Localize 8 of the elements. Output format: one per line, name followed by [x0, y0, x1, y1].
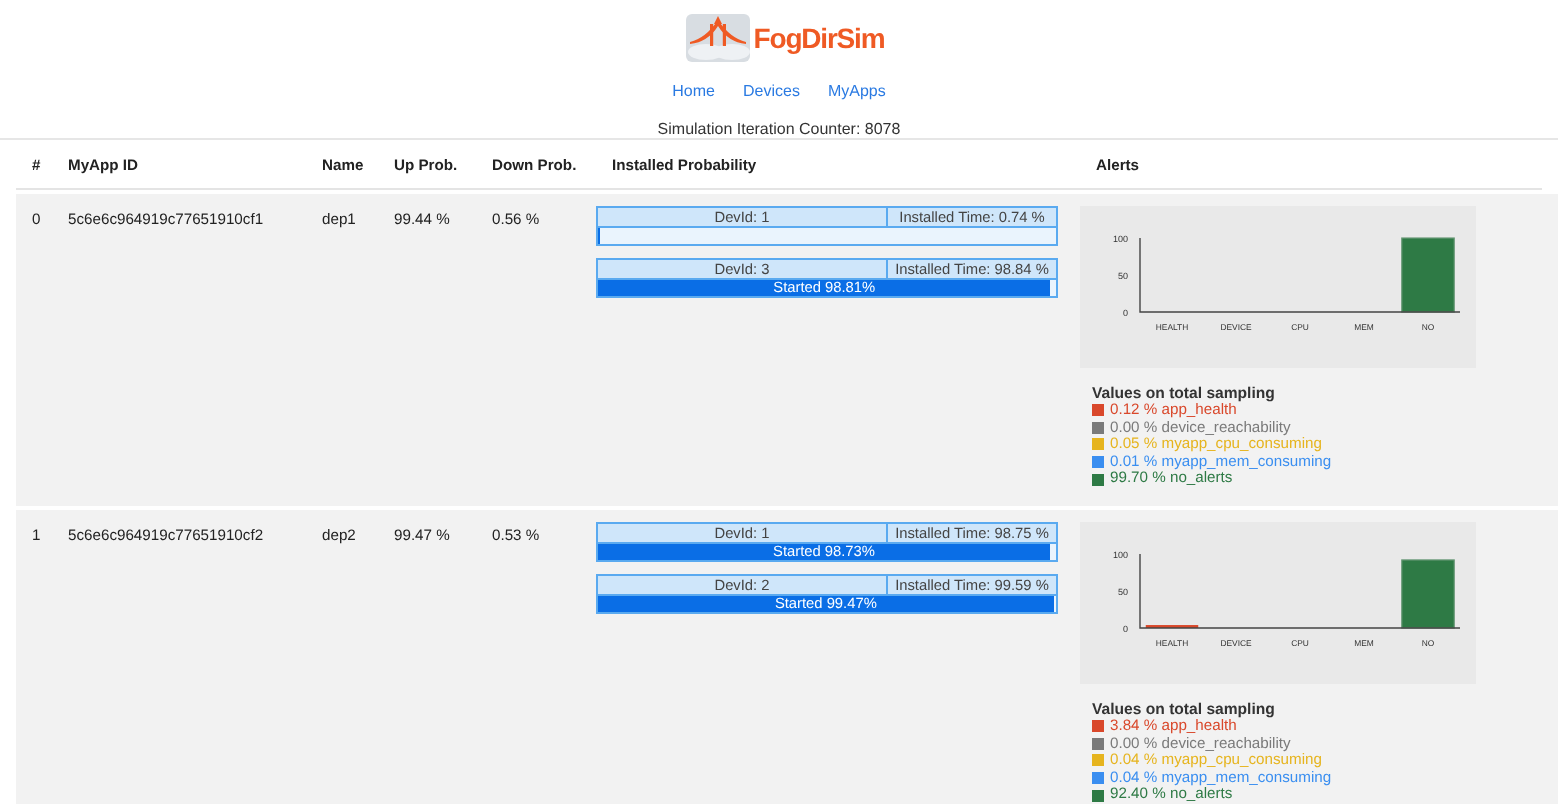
chart-bar: [1401, 237, 1455, 313]
nav-link[interactable]: Devices: [742, 82, 800, 102]
logo-icon: [685, 14, 750, 62]
nav-link[interactable]: MyApps: [827, 82, 886, 102]
chart-bar: [1401, 559, 1455, 629]
iteration-counter: Simulation Iteration Counter: 8078: [657, 120, 901, 140]
app-logo-text: FogDirSim: [753, 22, 885, 54]
nav-link[interactable]: Home: [672, 82, 715, 102]
